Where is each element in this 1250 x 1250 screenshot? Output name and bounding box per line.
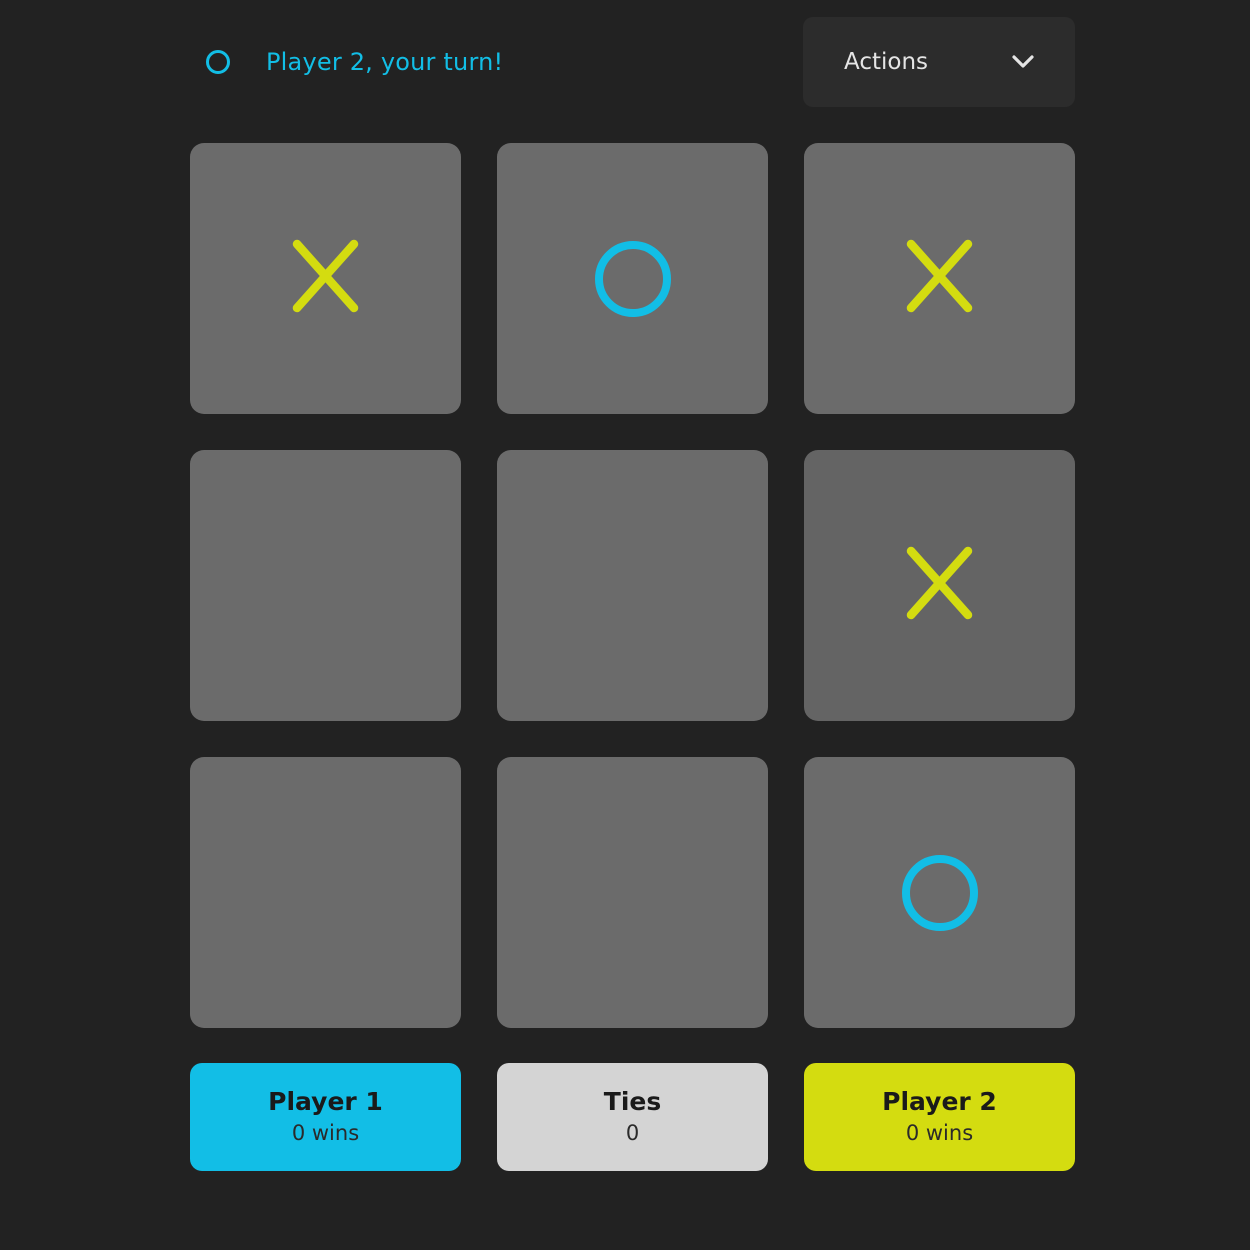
x-mark-icon	[292, 239, 358, 312]
board-cell-1[interactable]	[190, 143, 461, 414]
scoreboard: Player 1 0 wins Ties 0 Player 2 0 wins	[190, 1063, 1075, 1171]
board-cell-2[interactable]	[497, 143, 768, 414]
player2-score-title: Player 2	[882, 1087, 997, 1116]
board-cell-4[interactable]	[190, 450, 461, 721]
ties-score-card: Ties 0	[497, 1063, 768, 1171]
game-board	[190, 143, 1075, 1028]
board-cell-7[interactable]	[190, 757, 461, 1028]
actions-label: Actions	[844, 49, 929, 75]
board-cell-3[interactable]	[804, 143, 1075, 414]
x-mark-icon	[906, 546, 972, 619]
o-mark-icon	[594, 240, 671, 317]
chevron-down-icon	[1012, 55, 1034, 68]
x-mark-icon	[906, 239, 972, 312]
player1-score-value: 0 wins	[291, 1121, 360, 1145]
header: Player 2, your turn! Actions	[190, 17, 1075, 107]
ties-score-value: 0	[625, 1121, 640, 1145]
player2-score-card: Player 2 0 wins	[804, 1063, 1075, 1171]
player1-score-title: Player 1	[268, 1087, 383, 1116]
ties-score-title: Ties	[603, 1087, 662, 1116]
board-cell-5[interactable]	[497, 450, 768, 721]
turn-text: Player 2, your turn!	[266, 48, 504, 76]
board-cell-6[interactable]	[804, 450, 1075, 721]
player1-score-card: Player 1 0 wins	[190, 1063, 461, 1171]
o-mark-icon	[901, 854, 978, 931]
player2-score-value: 0 wins	[905, 1121, 974, 1145]
o-icon	[206, 50, 230, 74]
turn-indicator: Player 2, your turn!	[206, 17, 503, 107]
tic-tac-toe-app: Player 2, your turn! Actions Player 1 0 …	[190, 17, 1075, 1171]
board-cell-8[interactable]	[497, 757, 768, 1028]
board-cell-9[interactable]	[804, 757, 1075, 1028]
actions-dropdown[interactable]: Actions	[803, 17, 1075, 107]
